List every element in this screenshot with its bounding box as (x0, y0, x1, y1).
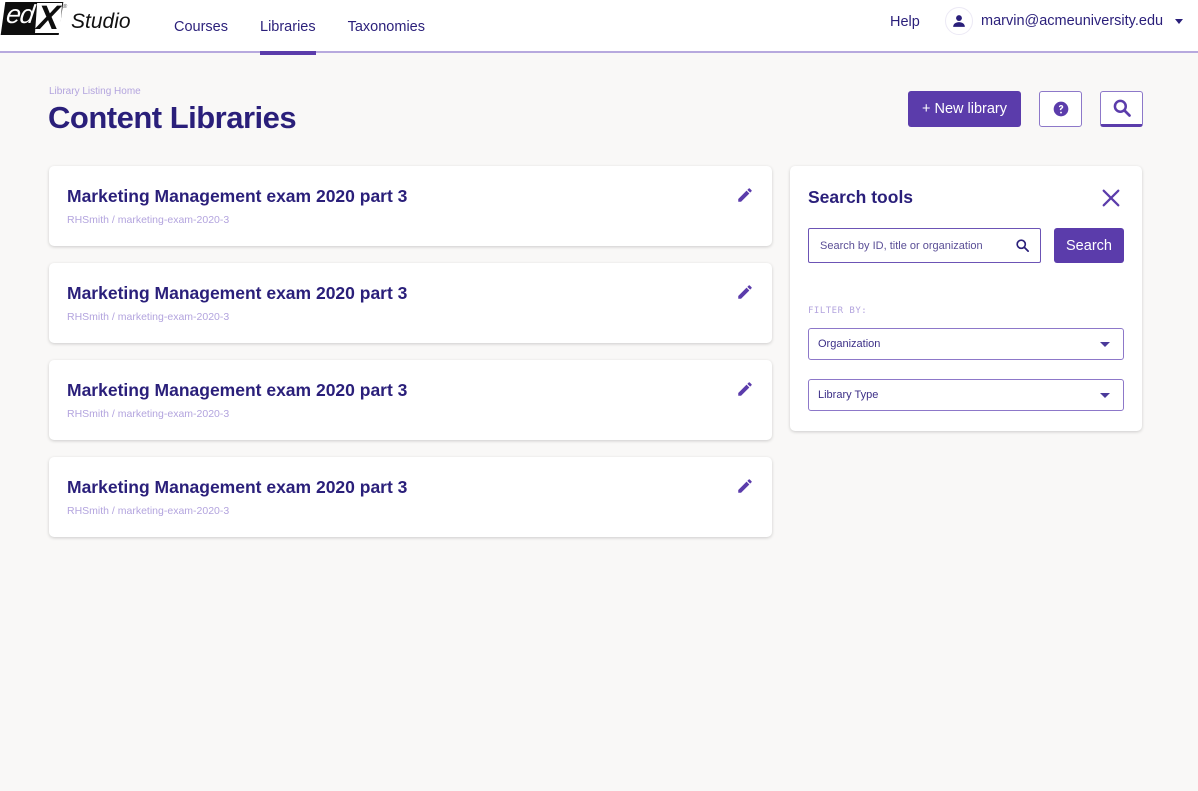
search-tools-panel: Search tools Search FILTER BY: Organizat… (790, 166, 1142, 431)
library-card[interactable]: Marketing Management exam 2020 part 3 RH… (49, 263, 772, 343)
library-subtitle: RHSmith / marketing-exam-2020-3 (67, 214, 230, 226)
library-list: Marketing Management exam 2020 part 3 RH… (49, 166, 772, 554)
edit-icon[interactable] (736, 477, 754, 495)
search-input[interactable] (809, 229, 1009, 262)
user-menu[interactable]: marvin@acmeuniversity.edu (945, 7, 1184, 35)
edx-logo-mark: ed X ® (0, 0, 67, 37)
search-tools-title: Search tools (808, 187, 914, 207)
library-card[interactable]: Marketing Management exam 2020 part 3 RH… (49, 166, 772, 246)
nav-courses[interactable]: Courses (158, 0, 244, 53)
chevron-down-icon (1175, 18, 1184, 24)
search-icon[interactable] (1015, 238, 1030, 253)
library-card[interactable]: Marketing Management exam 2020 part 3 RH… (49, 457, 772, 537)
search-input-wrapper (808, 228, 1041, 263)
library-title[interactable]: Marketing Management exam 2020 part 3 (67, 186, 407, 207)
organization-filter-select[interactable]: Organization (808, 328, 1124, 360)
avatar (945, 7, 973, 35)
filter-by-label: FILTER BY: (808, 306, 868, 316)
help-button[interactable] (1039, 91, 1082, 127)
library-type-filter-select[interactable]: Library Type (808, 379, 1124, 411)
search-toggle-button[interactable] (1100, 91, 1143, 127)
library-card[interactable]: Marketing Management exam 2020 part 3 RH… (49, 360, 772, 440)
new-library-button[interactable]: + New library (908, 91, 1021, 127)
chevron-down-icon (1100, 393, 1110, 398)
edit-icon[interactable] (736, 186, 754, 204)
help-link[interactable]: Help (890, 14, 920, 30)
library-title[interactable]: Marketing Management exam 2020 part 3 (67, 283, 407, 304)
main-nav: Courses Libraries Taxonomies (158, 0, 441, 55)
library-title[interactable]: Marketing Management exam 2020 part 3 (67, 380, 407, 401)
library-subtitle: RHSmith / marketing-exam-2020-3 (67, 408, 230, 420)
organization-filter-label: Organization (818, 338, 881, 350)
question-circle-icon (1053, 101, 1068, 117)
page-title: Content Libraries (48, 100, 297, 135)
nav-libraries[interactable]: Libraries (244, 0, 332, 55)
breadcrumb[interactable]: Library Listing Home (49, 86, 141, 97)
library-subtitle: RHSmith / marketing-exam-2020-3 (67, 505, 230, 517)
logo-product-name: Studio (71, 9, 131, 33)
search-button[interactable]: Search (1054, 228, 1124, 263)
close-icon[interactable] (1100, 187, 1122, 209)
library-title[interactable]: Marketing Management exam 2020 part 3 (67, 477, 407, 498)
nav-taxonomies[interactable]: Taxonomies (332, 0, 441, 53)
top-header: ed X ® Studio Courses Libraries Taxonomi… (0, 0, 1198, 55)
user-email: marvin@acmeuniversity.edu (981, 13, 1164, 29)
search-icon (1113, 99, 1131, 117)
person-icon (953, 15, 965, 27)
edit-icon[interactable] (736, 283, 754, 301)
library-type-filter-label: Library Type (818, 389, 879, 401)
chevron-down-icon (1100, 342, 1110, 347)
edx-studio-logo[interactable]: ed X ® Studio (0, 0, 131, 37)
edit-icon[interactable] (736, 380, 754, 398)
library-subtitle: RHSmith / marketing-exam-2020-3 (67, 311, 230, 323)
